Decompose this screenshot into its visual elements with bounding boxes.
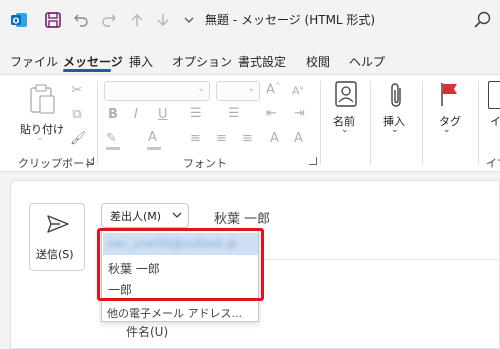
chevron-down-icon: ⌄ [443, 125, 451, 135]
numbering-icon[interactable]: ☰ [228, 106, 240, 121]
tab-help[interactable]: ヘルプ [349, 53, 385, 70]
grow-font-icon[interactable]: A^ [266, 82, 281, 97]
redo-icon[interactable] [100, 11, 118, 29]
paperclip-icon [388, 81, 406, 112]
insert-button[interactable]: 挿入 ⌄ [376, 79, 416, 149]
group-separator [370, 81, 371, 165]
dropdown-item-other-address[interactable]: 他の電子メール アドレス... [107, 305, 242, 321]
svg-text:O: O [13, 17, 20, 26]
outlook-logo-icon: O [10, 11, 28, 29]
partial-ribbon-label: イ [490, 115, 500, 128]
send-icon [46, 214, 70, 237]
shrink-font-icon[interactable]: Av [292, 84, 304, 98]
chevron-down-icon: ⌄ [36, 133, 44, 143]
dialog-launcher-icon[interactable] [309, 157, 317, 165]
align-center-icon[interactable]: ≡ [216, 131, 227, 146]
tab-format[interactable]: 書式設定 [238, 53, 286, 70]
chevron-down-icon: ⌄ [341, 125, 349, 135]
cut-icon[interactable]: ✂ [70, 83, 84, 98]
tags-button[interactable]: タグ ⌄ [428, 79, 468, 149]
italic-icon[interactable]: I [134, 107, 138, 122]
align-left-icon[interactable]: ≡ [190, 131, 201, 146]
from-button[interactable]: 差出人(M) [101, 203, 189, 228]
font-color-icon[interactable]: A [148, 130, 157, 145]
chevron-down-icon[interactable] [180, 11, 198, 29]
highlight-box [97, 228, 264, 301]
font-name-combo[interactable]: ⌄ [104, 81, 210, 101]
bold-icon[interactable]: B [108, 107, 118, 122]
tab-file[interactable]: ファイル [10, 53, 58, 70]
title-bar: O 無題 - メッセージ (HTML 形式) [0, 0, 500, 40]
bullets-icon[interactable]: ☰ [190, 106, 202, 121]
styles-icon[interactable]: A [294, 131, 303, 146]
tab-options[interactable]: オプション [172, 53, 232, 70]
window-title: 無題 - メッセージ (HTML 形式) [205, 13, 376, 27]
to-field-divider [258, 259, 500, 260]
send-label: 送信(S) [36, 248, 74, 261]
decrease-indent-icon[interactable]: ⇤ [266, 106, 277, 121]
group-separator [320, 81, 321, 165]
from-button-label: 差出人(M) [110, 210, 162, 223]
chevron-down-icon [172, 209, 182, 223]
tab-message[interactable]: メッセージ [63, 53, 123, 70]
address-book-icon [334, 81, 358, 110]
group-separator [422, 81, 423, 165]
group-separator [97, 81, 98, 165]
group-separator [478, 81, 479, 165]
names-button[interactable]: 名前 ⌄ [326, 79, 366, 149]
subject-label: 件名(U) [126, 325, 169, 339]
ribbon: 貼り付け ⌄ ✂ ⧉ 🖌 クリップボード ⌄ ⌄ A^ Av B I U ☰ ☰… [0, 74, 500, 172]
search-icon[interactable] [472, 9, 494, 31]
partial-group-label: イマ [486, 157, 500, 170]
save-icon[interactable] [44, 11, 62, 29]
clipboard-group-label: クリップボード [18, 157, 95, 170]
tab-review[interactable]: 校閲 [306, 53, 330, 70]
underline-icon[interactable]: U [158, 107, 168, 122]
from-name: 秋葉 一郎 [214, 212, 271, 227]
dialog-launcher-icon[interactable] [86, 157, 94, 165]
arrow-up-icon[interactable] [128, 11, 146, 29]
chevron-down-icon: ⌄ [391, 125, 399, 135]
highlight-icon[interactable]: ✎ [106, 131, 117, 146]
increase-indent-icon[interactable]: ⇥ [294, 106, 305, 121]
chevron-down-icon: ⌄ [197, 84, 205, 94]
align-right-icon[interactable]: ≡ [242, 131, 253, 146]
undo-icon[interactable] [72, 11, 90, 29]
active-tab-indicator [63, 69, 111, 72]
clipboard-icon [28, 83, 58, 118]
arrow-down-icon[interactable] [154, 11, 172, 29]
partial-ribbon-icon[interactable] [488, 81, 500, 109]
format-painter-icon[interactable]: 🖌 [70, 131, 87, 146]
clear-formatting-icon[interactable]: A [270, 131, 279, 146]
tab-insert[interactable]: 挿入 [129, 53, 153, 70]
send-button[interactable]: 送信(S) [29, 203, 85, 271]
chevron-down-icon: ⌄ [247, 84, 255, 94]
highlight-color-bar [106, 147, 120, 150]
font-size-combo[interactable]: ⌄ [216, 81, 260, 101]
font-group-label: フォント [183, 157, 227, 170]
copy-icon[interactable]: ⧉ [70, 107, 84, 122]
paste-button[interactable]: 貼り付け ⌄ [18, 81, 68, 143]
font-color-bar [147, 147, 161, 150]
flag-icon [438, 81, 460, 110]
